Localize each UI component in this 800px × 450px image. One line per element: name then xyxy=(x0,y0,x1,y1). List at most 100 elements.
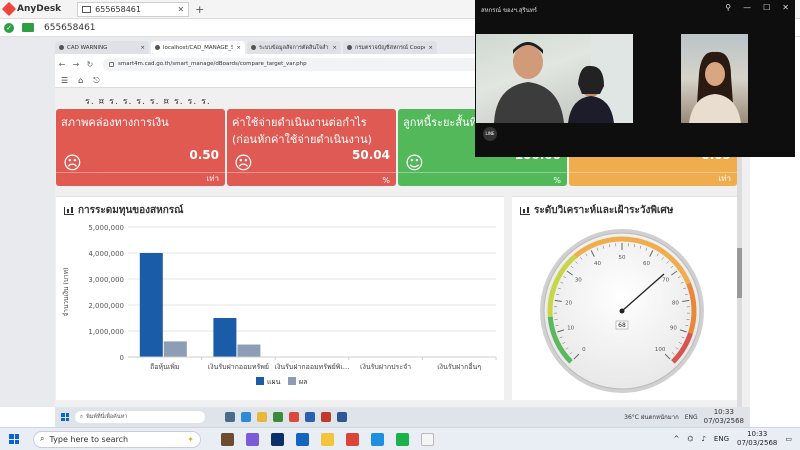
y-tick-label: 5,000,000 xyxy=(88,224,124,232)
browser-tab[interactable]: CAD WARNING × xyxy=(55,41,149,54)
video-feed-self xyxy=(681,34,748,123)
anydesk-tab-label: 655658461 xyxy=(95,4,141,14)
back-icon[interactable]: ← xyxy=(55,60,69,69)
card-unit: % xyxy=(382,176,390,185)
line-icon[interactable] xyxy=(396,432,409,446)
reload-icon[interactable]: ↻ xyxy=(83,60,97,69)
copilot-icon[interactable] xyxy=(246,432,259,446)
legend-label: ผล xyxy=(299,378,307,386)
panel-header: ระดับวิเคราะห์และเฝ้าระวังพิเศษ xyxy=(520,203,673,218)
powerpoint-icon[interactable] xyxy=(321,412,331,422)
edge-icon[interactable] xyxy=(371,432,384,446)
chrome-icon[interactable] xyxy=(346,432,359,446)
line-app-badge: LINE xyxy=(483,127,497,141)
scrollbar-thumb[interactable] xyxy=(737,248,742,298)
connected-check-icon: ✓ xyxy=(4,22,14,33)
x-tick-label: ถือหุ้นเพิ่ม xyxy=(150,362,179,371)
remote-clock[interactable]: 10:33 07/03/2568 xyxy=(704,408,744,426)
close-icon[interactable]: × xyxy=(332,45,337,51)
windows-start-icon[interactable] xyxy=(9,434,19,444)
stat-card-liquidity: สภาพคล่องทางการเงิน ☹ 0.50 เท่า xyxy=(56,109,225,186)
sad-face-icon: ☹ xyxy=(234,153,253,174)
y-tick-label: 1,000,000 xyxy=(88,328,124,336)
outlook-icon[interactable] xyxy=(296,432,309,446)
chevron-up-icon[interactable]: ^ xyxy=(673,435,679,443)
card-unit: เท่า xyxy=(718,174,732,183)
browser-tab[interactable]: กรมตรวจบัญชีสหกรณ์ Cooper...× xyxy=(343,41,437,54)
local-clock[interactable]: 10:33 07/03/2568 xyxy=(737,430,777,448)
x-tick-label: เงินรับฝากอื่นๆ xyxy=(437,362,481,371)
panel-title: การระดมทุนของสหกรณ์ xyxy=(78,205,184,216)
pin-icon[interactable]: ⚲ xyxy=(725,3,731,12)
y-tick-label: 0 xyxy=(120,354,124,362)
anydesk-session-tab[interactable]: 655658461 ✕ xyxy=(77,1,190,17)
local-search-box[interactable]: ⌕ Type here to search ✦ xyxy=(33,430,201,448)
gauge-tick-label: 20 xyxy=(565,301,572,307)
photoshop-icon[interactable] xyxy=(271,432,284,446)
new-tab-icon[interactable]: + xyxy=(195,3,204,16)
page-heading: ร. ¤ ร. ร. ร. ร. ¤ ร. ร. ร. xyxy=(85,97,211,107)
local-taskbar: ⌕ Type here to search ✦ ^ ⌬ ♪ ENG 10:33 … xyxy=(0,427,800,450)
notification-icon[interactable]: ▭ xyxy=(785,435,792,443)
remote-search-box[interactable]: ⌕ พิมพ์ที่นี่เพื่อค้นหา xyxy=(75,411,205,423)
widgets-icon[interactable] xyxy=(221,432,234,446)
logout-icon[interactable]: ⎋ xyxy=(93,76,99,86)
display-icon[interactable] xyxy=(22,23,34,32)
network-icon[interactable]: ⌬ xyxy=(687,435,693,443)
x-tick-label: เงินรับฝากประจำ xyxy=(360,363,411,371)
copilot-sparkle-icon[interactable]: ✦ xyxy=(187,435,194,444)
menu-icon[interactable]: ☰ xyxy=(61,76,68,85)
card-title: ค่าใช้จ่ายดำเนินงานต่อกำไร (ก่อนหักค่าใช… xyxy=(232,116,372,146)
search-placeholder: พิมพ์ที่นี่เพื่อค้นหา xyxy=(86,414,128,420)
favicon-icon xyxy=(251,45,256,50)
legend-swatch xyxy=(288,377,296,385)
favicon-icon xyxy=(59,45,64,50)
word-icon[interactable] xyxy=(337,412,347,422)
close-icon[interactable]: × xyxy=(236,45,241,51)
browser-tab[interactable]: ระบบข้อมูลสัจการตัดสินใจสำหรั...× xyxy=(247,41,341,54)
browser-tab[interactable]: localhost/CAD_MANAGE_S... × xyxy=(151,41,245,54)
risk-gauge: 0 10 20 30 40 50 60 70 80 90 100 68 xyxy=(540,229,704,393)
legend-swatch xyxy=(256,377,264,385)
close-icon[interactable]: × xyxy=(428,45,433,51)
funding-panel: การระดมทุนของสหกรณ์ 0 1,000,000 2,000,000 3… xyxy=(56,196,504,400)
y-tick-label: 4,000,000 xyxy=(88,250,124,258)
minimize-icon[interactable]: — xyxy=(743,3,751,12)
language-indicator[interactable]: ENG xyxy=(685,414,698,421)
excel-icon[interactable] xyxy=(273,412,283,422)
gauge-tick-label: 80 xyxy=(672,301,679,307)
volume-icon[interactable]: ♪ xyxy=(701,435,705,443)
gauge-tick-label: 60 xyxy=(643,261,650,267)
y-tick-label: 2,000,000 xyxy=(88,302,124,310)
chrome-icon[interactable] xyxy=(289,412,299,422)
favicon-icon xyxy=(347,45,352,50)
weather-text[interactable]: 36°C ฝนตกหนักมาก xyxy=(624,412,679,422)
anydesk-logo: AnyDesk xyxy=(0,1,61,17)
gauge-hub xyxy=(619,308,625,314)
x-tick-label: เงินรับฝากออมทรัพย์ xyxy=(208,363,269,371)
close-icon[interactable]: ✕ xyxy=(177,5,184,14)
close-icon[interactable]: × xyxy=(140,45,145,51)
local-tray: ^ ⌬ ♪ ENG 10:33 07/03/2568 ▭ xyxy=(673,430,800,448)
file-explorer-icon[interactable] xyxy=(321,432,334,446)
card-unit: % xyxy=(553,176,561,185)
y-tick-label: 3,000,000 xyxy=(88,276,124,284)
home-icon[interactable]: ⌂ xyxy=(78,76,83,85)
folder-icon[interactable] xyxy=(257,412,267,422)
outlook-icon[interactable] xyxy=(305,412,315,422)
gauge-tick-label: 10 xyxy=(567,326,574,332)
video-feed-image xyxy=(494,34,633,123)
site-info-icon[interactable] xyxy=(109,61,114,67)
windows-start-icon[interactable] xyxy=(61,413,69,421)
legend-label: แผน xyxy=(267,378,281,386)
funding-bar-chart: 0 1,000,000 2,000,000 3,000,000 4,000,000 5,0… xyxy=(62,224,497,386)
card-value: 0.50 xyxy=(189,148,219,162)
close-icon[interactable]: ✕ xyxy=(782,3,789,12)
task-view-icon[interactable] xyxy=(225,412,235,422)
language-indicator[interactable]: ENG xyxy=(714,435,729,443)
document-icon[interactable] xyxy=(421,432,434,446)
maximize-icon[interactable]: ☐ xyxy=(763,3,770,12)
forward-icon[interactable]: → xyxy=(69,60,83,69)
edge-icon[interactable] xyxy=(241,412,251,422)
bar-chart-icon xyxy=(520,206,530,215)
